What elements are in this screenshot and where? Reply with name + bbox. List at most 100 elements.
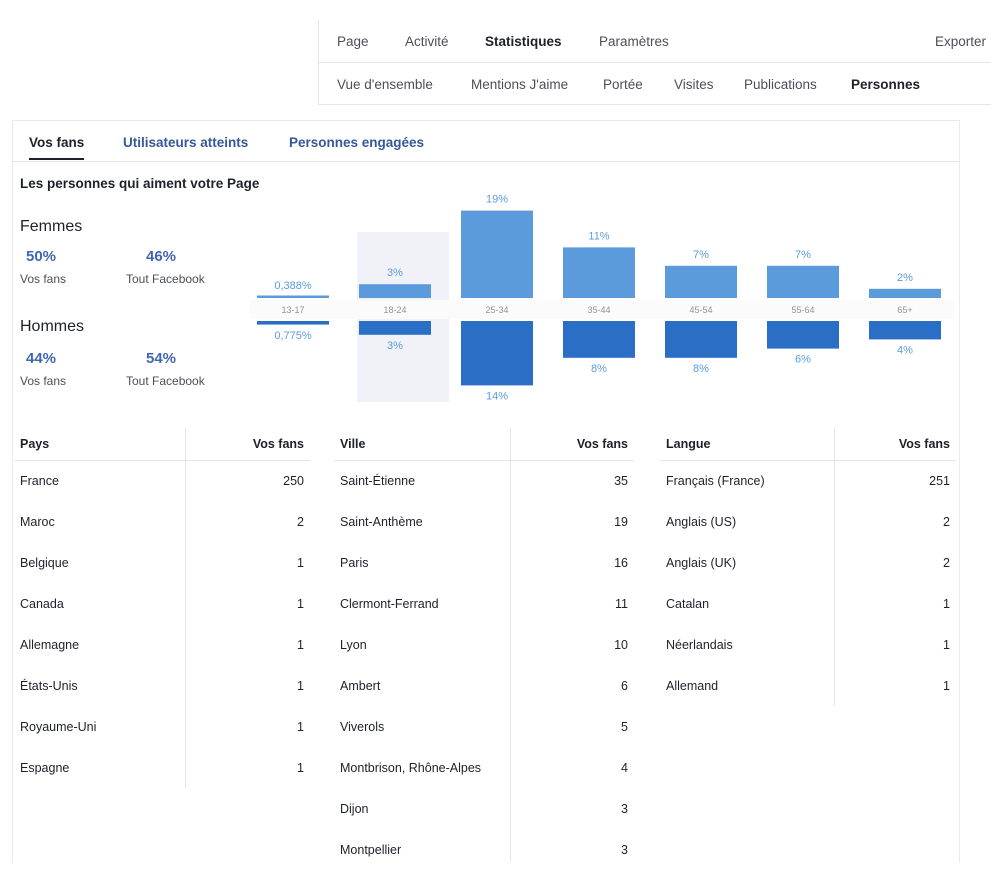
table-row: Anglais (UK) 2 <box>660 542 956 583</box>
nav-page[interactable]: Page <box>337 34 369 49</box>
row-label[interactable]: Clermont-Ferrand <box>340 597 439 611</box>
row-label[interactable]: France <box>20 474 59 488</box>
table-row: Saint-Étienne 35 <box>334 460 634 501</box>
row-fan-count: 1 <box>297 761 304 775</box>
nav-mentions-jaime[interactable]: Mentions J'aime <box>471 77 568 92</box>
row-label[interactable]: Allemagne <box>20 638 79 652</box>
row-fan-count: 2 <box>297 515 304 529</box>
row-label[interactable]: Montpellier <box>340 843 401 857</box>
table-row: Saint-Anthème 19 <box>334 501 634 542</box>
row-fan-count: 19 <box>614 515 628 529</box>
men-fans-label: Vos fans <box>20 374 67 388</box>
nav-personnes[interactable]: Personnes <box>851 77 920 92</box>
table-row: Montpellier 3 <box>334 829 634 870</box>
table-row: Allemagne 1 <box>14 624 310 665</box>
row-label[interactable]: Lyon <box>340 638 367 652</box>
tab-utilisateurs-atteints[interactable]: Utilisateurs atteints <box>123 135 248 150</box>
table-rows: Saint-Étienne 35 Saint-Anthème 19 Paris 16 Cle… <box>334 460 634 870</box>
row-label[interactable]: Espagne <box>20 761 69 775</box>
table-header: Ville Vos fans <box>334 428 634 461</box>
row-fan-count: 2 <box>943 515 950 529</box>
row-label[interactable]: Paris <box>340 556 368 570</box>
row-label[interactable]: Montbrison, Rhône-Alpes <box>340 761 481 775</box>
row-label[interactable]: Saint-Anthème <box>340 515 423 529</box>
women-fans-label: Vos fans <box>20 272 67 286</box>
men-facebook-label: Tout Facebook <box>126 374 205 388</box>
row-fan-count: 35 <box>614 474 628 488</box>
top-nav-secondary: Vue d'ensemble Mentions J'aime Portée Vi… <box>319 62 991 105</box>
row-label[interactable]: Saint-Étienne <box>340 474 415 488</box>
row-fan-count: 250 <box>283 474 304 488</box>
table-row: Ambert 6 <box>334 665 634 706</box>
row-label[interactable]: Viverols <box>340 720 384 734</box>
row-label[interactable]: Ambert <box>340 679 380 693</box>
row-label[interactable]: Allemand <box>666 679 718 693</box>
table-row: Néerlandais 1 <box>660 624 956 665</box>
audience-tabs: Vos fans Utilisateurs atteints Personnes… <box>13 121 959 162</box>
row-fan-count: 1 <box>297 556 304 570</box>
row-label[interactable]: Français (France) <box>666 474 765 488</box>
column-header-fans: Vos fans <box>898 437 950 451</box>
table-row: Canada 1 <box>14 583 310 624</box>
men-fans-pct: 44% <box>26 350 57 367</box>
row-fan-count: 1 <box>297 597 304 611</box>
table-row: Belgique 1 <box>14 542 310 583</box>
nav-visites[interactable]: Visites <box>674 77 714 92</box>
row-fan-count: 10 <box>614 638 628 652</box>
nav-parametres[interactable]: Paramètres <box>599 34 669 49</box>
column-header-language: Langue <box>666 437 711 451</box>
table-header: Pays Vos fans <box>14 428 310 461</box>
table-row: Dijon 3 <box>334 788 634 829</box>
row-fan-count: 3 <box>621 843 628 857</box>
row-label[interactable]: Belgique <box>20 556 69 570</box>
row-fan-count: 2 <box>943 556 950 570</box>
table-header: Langue Vos fans <box>660 428 956 461</box>
row-label[interactable]: États-Unis <box>20 679 78 693</box>
row-label[interactable]: Maroc <box>20 515 55 529</box>
row-label[interactable]: Anglais (UK) <box>666 556 736 570</box>
export-button[interactable]: Exporter <box>935 34 986 49</box>
tab-vos-fans[interactable]: Vos fans <box>29 135 85 160</box>
top-nav-primary: Page Activité Statistiques Paramètres Ex… <box>319 20 991 62</box>
row-fan-count: 16 <box>614 556 628 570</box>
nav-portee[interactable]: Portée <box>603 77 643 92</box>
nav-vue-ensemble[interactable]: Vue d'ensemble <box>337 77 433 92</box>
table-row: Montbrison, Rhône-Alpes 4 <box>334 747 634 788</box>
row-label[interactable]: Anglais (US) <box>666 515 736 529</box>
table-row: Français (France) 251 <box>660 460 956 501</box>
row-fan-count: 1 <box>297 638 304 652</box>
column-divider <box>185 428 186 788</box>
row-label[interactable]: Canada <box>20 597 64 611</box>
women-facebook-label: Tout Facebook <box>126 272 205 286</box>
row-fan-count: 6 <box>621 679 628 693</box>
tab-personnes-engagees[interactable]: Personnes engagées <box>289 135 424 150</box>
nav-publications[interactable]: Publications <box>744 77 817 92</box>
section-title: Les personnes qui aiment votre Page <box>20 176 260 191</box>
nav-activite[interactable]: Activité <box>405 34 449 49</box>
column-header-country: Pays <box>20 437 50 451</box>
women-facebook-pct: 46% <box>146 248 177 265</box>
table-rows: Français (France) 251 Anglais (US) 2 Anglais… <box>660 460 956 706</box>
column-header-fans: Vos fans <box>252 437 304 451</box>
table-row: Espagne 1 <box>14 747 310 788</box>
men-label: Hommes <box>20 318 85 335</box>
table-row: Catalan 1 <box>660 583 956 624</box>
men-facebook-pct: 54% <box>146 350 177 367</box>
row-label[interactable]: Néerlandais <box>666 638 733 652</box>
nav-statistiques[interactable]: Statistiques <box>485 34 562 49</box>
column-divider <box>834 428 835 706</box>
table-row: Allemand 1 <box>660 665 956 706</box>
row-fan-count: 4 <box>621 761 628 775</box>
table-row: Royaume-Uni 1 <box>14 706 310 747</box>
row-fan-count: 5 <box>621 720 628 734</box>
row-label[interactable]: Dijon <box>340 802 369 816</box>
table-row: Maroc 2 <box>14 501 310 542</box>
top-navigation: Page Activité Statistiques Paramètres Ex… <box>318 20 991 105</box>
row-fan-count: 1 <box>297 720 304 734</box>
table-row: Anglais (US) 2 <box>660 501 956 542</box>
table-rows: France 250 Maroc 2 Belgique 1 Canada 1 Allemagne… <box>14 460 310 788</box>
row-fan-count: 251 <box>929 474 950 488</box>
row-label[interactable]: Catalan <box>666 597 709 611</box>
row-label[interactable]: Royaume-Uni <box>20 720 96 734</box>
table-row: Paris 16 <box>334 542 634 583</box>
